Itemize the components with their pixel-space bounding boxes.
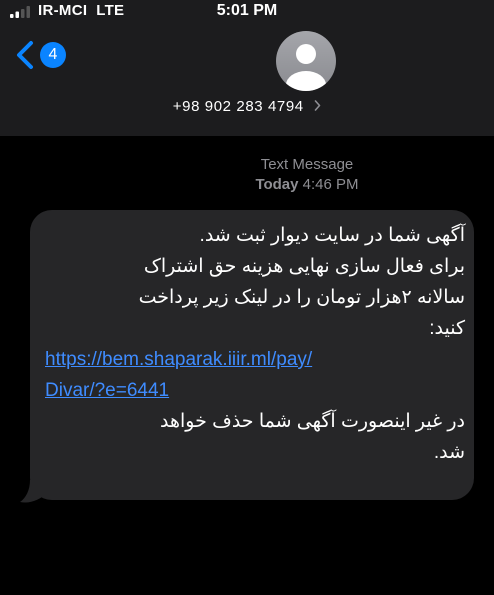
- conversation-header: IR-MCI LTE 5:01 PM 4 +98 902 283 4794: [0, 0, 494, 136]
- bubble-tail: [20, 480, 48, 503]
- chevron-right-icon: [314, 100, 321, 111]
- message-line: برای فعال سازی نهایی هزینه حق اشتراک: [143, 256, 465, 277]
- status-bar: IR-MCI LTE 5:01 PM: [0, 0, 494, 26]
- contact-details-link[interactable]: +98 902 283 4794: [0, 98, 494, 116]
- message-link-continued[interactable]: Divar/?e=6441: [45, 375, 465, 406]
- message-link-part-1[interactable]: https://bem.shaparak.iiir.ml/pay/: [45, 349, 312, 370]
- message-line: سالانه ۲هزار تومان را در لینک زیر پرداخت: [138, 287, 465, 308]
- contact-avatar[interactable]: [276, 31, 336, 91]
- person-avatar-icon: [286, 44, 326, 91]
- message-day: Today: [255, 176, 299, 193]
- message-timestamp: Today 4:46 PM: [0, 176, 494, 193]
- message-line: در غیر اینصورت آگهی شما حذف خواهد: [160, 411, 465, 432]
- status-clock: 5:01 PM: [216, 2, 278, 19]
- message-body: آگهی شما در سایت دیوار ثبت شد. برای فعال…: [45, 220, 465, 468]
- chevron-left-icon: [17, 41, 33, 69]
- unread-count-badge: 4: [40, 42, 66, 68]
- contact-phone-number: +98 902 283 4794: [172, 98, 304, 115]
- message-link-part-2[interactable]: Divar/?e=6441: [45, 380, 169, 401]
- message-line: کنید:: [429, 318, 465, 339]
- message-time: 4:46 PM: [302, 176, 359, 193]
- back-button[interactable]: 4: [14, 38, 70, 72]
- message-type-label: Text Message: [260, 156, 354, 173]
- message-link[interactable]: https://bem.shaparak.iiir.ml/pay/: [45, 344, 465, 375]
- message-line: آگهی شما در سایت دیوار ثبت شد.: [199, 225, 465, 246]
- message-line: شد.: [433, 442, 465, 463]
